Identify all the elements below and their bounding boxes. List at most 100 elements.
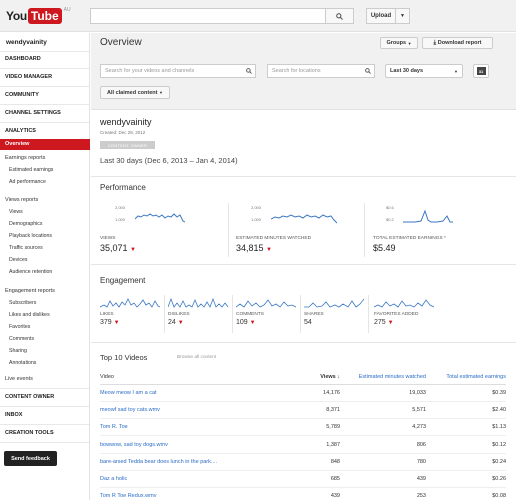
sidebar-item-video-manager[interactable]: VIDEO MANAGER [5, 74, 52, 80]
dislikes-sparkline[interactable] [168, 295, 228, 310]
minutes-chart[interactable]: 2,000 1,000 [236, 203, 362, 235]
sidebar-item-traffic-sources[interactable]: Traffic sources [9, 245, 43, 251]
shares-sparkline[interactable] [304, 295, 364, 310]
sidebar-item-creation-tools[interactable]: CREATION TOOLS [5, 430, 54, 436]
sidebar-item-comments[interactable]: Comments [9, 336, 34, 342]
col-views-label: Views [320, 374, 336, 381]
table-row[interactable]: bare-arsed Tedda bear does lunch in the … [100, 453, 506, 471]
favorites-label: FAVORITES ADDED [374, 312, 419, 317]
sidebar-item-views-reports[interactable]: Views reports [5, 197, 38, 203]
sidebar-item-annotations[interactable]: Annotations [9, 360, 36, 366]
favorites-sparkline[interactable] [374, 295, 434, 310]
chevron-down-icon: ▼ [400, 13, 405, 19]
logo-tube: Tube [27, 7, 62, 24]
likes-number: 379 [100, 319, 112, 326]
engagement-title: Engagement [100, 276, 146, 285]
col-earnings[interactable]: Total estimated earnings [426, 371, 506, 385]
sidebar-item-earnings-reports[interactable]: Earnings reports [5, 155, 45, 161]
groups-button[interactable]: Groups ▼ [380, 37, 418, 49]
earnings-sparkline [403, 209, 453, 223]
minutes-value: 34,815 ▼ [236, 243, 272, 253]
table-row[interactable]: Tom R Toe Redux.wmv 439 253 $0.08 [100, 487, 506, 500]
table-row[interactable]: Daz a holic 685 439 $0.26 [100, 470, 506, 489]
earnings-chart[interactable]: $0.6 $0.2 [373, 203, 499, 235]
earnings-cell: $0.08 [426, 487, 506, 500]
col-video: Video [100, 371, 290, 385]
video-link[interactable]: Tom R. Toe [100, 418, 290, 437]
sidebar-item-live-events[interactable]: Live events [5, 376, 33, 382]
sidebar-item-inbox[interactable]: INBOX [5, 412, 22, 418]
calendar-icon: 31 [476, 67, 486, 75]
search-videos-input[interactable]: Search for your videos and channels [100, 64, 256, 78]
sidebar-item-favorites[interactable]: Favorites [9, 324, 30, 330]
sidebar-item-devices[interactable]: Devices [9, 257, 27, 263]
sidebar-item-playback-locations[interactable]: Playback locations [9, 233, 52, 239]
sidebar-item-demographics[interactable]: Demographics [9, 221, 42, 227]
earnings-cell: $2.40 [426, 401, 506, 420]
search-locations-input[interactable]: Search for locations [267, 64, 375, 78]
trend-down-icon: ▼ [130, 247, 136, 253]
download-report-button[interactable]: ⤓ Download report [422, 37, 493, 49]
chevron-down-icon: ▼ [454, 68, 458, 74]
send-feedback-button[interactable]: Send feedback [4, 451, 57, 466]
axis-label: $0.6 [386, 205, 394, 210]
calendar-button[interactable]: 31 [473, 64, 489, 78]
table-row[interactable]: Tom R. Toe 5,789 4,273 $1.13 [100, 418, 506, 437]
sidebar-item-community[interactable]: COMMUNITY [5, 92, 39, 98]
divider [0, 86, 89, 87]
sidebar-username[interactable]: wendyvainity [6, 39, 47, 46]
sidebar: wendyvainity DASHBOARD VIDEO MANAGER COM… [0, 33, 90, 500]
views-chart[interactable]: 2,000 1,000 [100, 203, 226, 235]
channel-name: wendyvainity [100, 117, 152, 127]
divider [0, 51, 89, 52]
divider [0, 68, 89, 69]
sidebar-item-engagement-reports[interactable]: Engagement reports [5, 288, 55, 294]
browse-all-link[interactable]: Browse all content [177, 355, 216, 360]
comments-number: 109 [236, 319, 248, 326]
search-icon [246, 68, 252, 74]
divider [368, 295, 369, 333]
likes-sparkline[interactable] [100, 295, 160, 310]
youtube-logo[interactable]: You Tube AU [6, 7, 71, 24]
groups-label: Groups [386, 40, 407, 46]
search-button[interactable] [326, 8, 354, 24]
sidebar-item-analytics[interactable]: ANALYTICS [5, 128, 36, 134]
sidebar-item-content-owner[interactable]: CONTENT OWNER [5, 394, 54, 400]
sidebar-item-audience-retention[interactable]: Audience retention [9, 269, 52, 275]
upload-menu-button[interactable]: ▼ [396, 8, 410, 24]
table-row[interactable]: meowf sad toy cats.wmv 8,371 5,571 $2.40 [100, 401, 506, 420]
sidebar-item-subscribers[interactable]: Subscribers [9, 300, 36, 306]
divider [364, 203, 365, 257]
views-cell: 439 [290, 487, 340, 500]
col-minutes[interactable]: Estimated minutes watched [340, 371, 426, 385]
video-link[interactable]: bare-arsed Tedda bear does lunch in the … [100, 453, 290, 471]
sidebar-item-estimated-earnings[interactable]: Estimated earnings [9, 167, 53, 173]
video-link[interactable]: bowwow, sad toy dogs.wmv [100, 435, 290, 454]
video-link[interactable]: Tom R Toe Redux.wmv [100, 487, 290, 500]
comments-sparkline[interactable] [236, 295, 296, 310]
axis-label: 1,000 [115, 217, 126, 222]
favorites-number: 275 [374, 319, 386, 326]
video-link[interactable]: meowf sad toy cats.wmv [100, 401, 290, 420]
col-views[interactable]: Views ↓ [290, 371, 340, 385]
upload-button[interactable]: Upload [366, 8, 396, 24]
sidebar-item-sharing[interactable]: Sharing [9, 348, 27, 354]
sidebar-item-overview[interactable]: Overview [0, 139, 90, 150]
minutes-cell: 806 [340, 435, 426, 454]
sidebar-item-likes-dislikes[interactable]: Likes and dislikes [9, 312, 50, 318]
divider [0, 122, 89, 123]
content-filter-select[interactable]: All claimed content ▼ [100, 86, 170, 99]
sidebar-item-channel-settings[interactable]: CHANNEL SETTINGS [5, 110, 61, 116]
video-link[interactable]: Meow meow I am a cat [100, 384, 290, 402]
period-select[interactable]: Last 30 days ▼ [385, 64, 463, 78]
sidebar-item-ad-performance[interactable]: Ad performance [9, 179, 46, 185]
search-input[interactable] [90, 8, 326, 24]
table-row[interactable]: Meow meow I am a cat 14,176 19,033 $0.39 [100, 384, 506, 402]
content-filter-label: All claimed content [107, 89, 158, 96]
video-link[interactable]: Daz a holic [100, 470, 290, 489]
sidebar-item-dashboard[interactable]: DASHBOARD [5, 56, 41, 62]
sidebar-item-views[interactable]: Views [9, 209, 23, 215]
top-videos-table: Video Views ↓ Estimated minutes watched … [100, 371, 506, 500]
performance-title: Performance [100, 183, 146, 192]
table-row[interactable]: bowwow, sad toy dogs.wmv 1,387 806 $0.12 [100, 435, 506, 454]
